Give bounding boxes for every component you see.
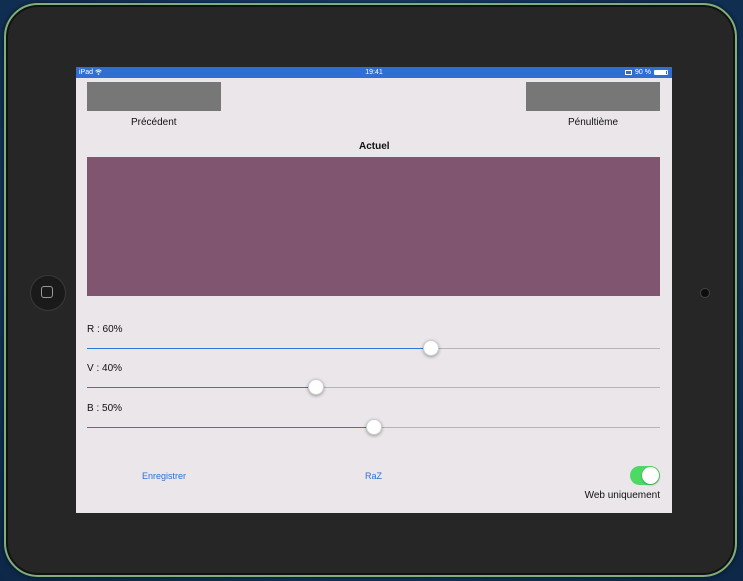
green-slider-thumb[interactable]: [308, 379, 325, 395]
blue-slider-fill: [87, 427, 374, 428]
toggle-knob: [642, 467, 659, 484]
blue-slider-label: B : 50%: [87, 403, 123, 414]
app-screen: iPad 19:41 90 % Précédent Pénultième Act…: [76, 67, 672, 513]
blue-slider-thumb[interactable]: [365, 419, 382, 435]
green-slider[interactable]: [87, 379, 660, 395]
web-only-toggle[interactable]: [630, 466, 660, 485]
blue-slider[interactable]: [87, 419, 660, 435]
home-button[interactable]: [30, 275, 66, 311]
status-bar-right: 90 %: [625, 67, 668, 78]
status-bar: iPad 19:41 90 %: [76, 67, 672, 78]
green-slider-fill: [87, 387, 317, 388]
previous-color-swatch[interactable]: [87, 82, 221, 111]
status-time: 19:41: [365, 69, 383, 76]
red-slider[interactable]: [87, 340, 660, 356]
battery-icon: [654, 70, 668, 75]
green-slider-label: V : 40%: [87, 363, 123, 374]
red-slider-thumb[interactable]: [422, 340, 439, 356]
penultimate-color-swatch[interactable]: [526, 82, 660, 111]
red-slider-fill: [87, 348, 431, 349]
camera-icon: [700, 288, 710, 298]
current-color-swatch: [87, 157, 660, 296]
previous-label: Précédent: [131, 117, 177, 128]
battery-fill: [655, 71, 666, 74]
current-label: Actuel: [359, 141, 390, 152]
reset-button[interactable]: RaZ: [365, 471, 382, 481]
save-button[interactable]: Enregistrer: [142, 471, 186, 481]
red-slider-label: R : 60%: [87, 324, 123, 335]
screen-mirroring-icon: [625, 70, 633, 75]
penultimate-label: Pénultième: [568, 117, 619, 128]
battery-percent: 90 %: [635, 69, 651, 76]
web-only-label: Web uniquement: [584, 490, 660, 501]
